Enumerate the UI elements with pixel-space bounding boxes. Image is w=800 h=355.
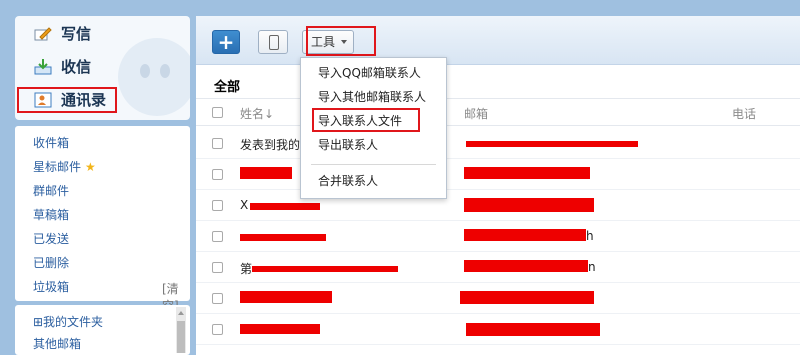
contacts-main-panel: + 工具 全部 姓名↓ 邮箱 电话 发表到我的 X h 第 n xyxy=(196,16,800,355)
redacted-email xyxy=(464,198,594,212)
menu-import-other-contacts[interactable]: 导入其他邮箱联系人 xyxy=(318,86,426,108)
redacted-name xyxy=(240,167,292,179)
redacted-email xyxy=(464,167,590,179)
redacted-email xyxy=(466,323,600,336)
redacted-name xyxy=(240,324,320,334)
row-checkbox[interactable] xyxy=(212,200,223,211)
add-contact-button[interactable]: + xyxy=(212,30,240,54)
folder-drafts[interactable]: 草稿箱 xyxy=(33,205,69,225)
email-fragment: n xyxy=(588,260,596,274)
table-row[interactable]: 发表到我的 xyxy=(196,128,800,159)
contact-name: 发表到我的 xyxy=(240,138,301,152)
redacted-email xyxy=(464,229,586,241)
phone-icon xyxy=(269,35,279,50)
menu-export-contacts[interactable]: 导出联系人 xyxy=(318,134,378,156)
table-header: 姓名↓ 邮箱 电话 xyxy=(196,98,800,126)
contact-name: X xyxy=(240,198,249,212)
row-checkbox[interactable] xyxy=(212,231,223,242)
mobile-sync-button[interactable] xyxy=(258,30,288,54)
compose-button[interactable]: 写信 xyxy=(33,22,91,46)
table-row[interactable]: X xyxy=(196,190,800,221)
contact-name: 第 xyxy=(240,262,253,276)
pencil-icon xyxy=(33,25,53,43)
folder-inbox[interactable]: 收件箱 xyxy=(33,133,69,153)
tools-menu: 导入QQ邮箱联系人 导入其他邮箱联系人 导入联系人文件 导出联系人 合并联系人 xyxy=(300,57,447,199)
folder-starred[interactable]: 星标邮件 xyxy=(33,157,96,177)
receive-mail-button[interactable]: 收信 xyxy=(33,55,91,79)
column-phone: 电话 xyxy=(732,107,757,121)
table-row[interactable] xyxy=(196,159,800,190)
redacted-email xyxy=(460,291,594,304)
sidebar-scrollbar[interactable] xyxy=(176,307,186,353)
redacted-name xyxy=(252,266,398,272)
redacted-name xyxy=(240,234,326,241)
receive-mail-label: 收信 xyxy=(61,58,92,76)
folder-spam[interactable]: 垃圾箱 xyxy=(33,277,69,297)
folder-deleted[interactable]: 已删除 xyxy=(33,253,69,273)
group-title: 全部 xyxy=(214,80,241,95)
compose-label: 写信 xyxy=(61,25,92,43)
contacts-toolbar: + 工具 xyxy=(196,16,800,65)
tools-highlight-box xyxy=(306,26,376,56)
row-checkbox[interactable] xyxy=(212,262,223,273)
table-row[interactable]: 第 n xyxy=(196,252,800,283)
redacted-name xyxy=(240,291,332,303)
my-folders-panel: ⊞我的文件夹 其他邮箱 xyxy=(15,305,190,355)
row-checkbox[interactable] xyxy=(212,293,223,304)
inbox-download-icon xyxy=(33,58,53,76)
folder-group-mail[interactable]: 群邮件 xyxy=(33,181,69,201)
column-name[interactable]: 姓名↓ xyxy=(240,105,274,122)
my-folders-toggle[interactable]: ⊞我的文件夹 xyxy=(33,312,103,332)
menu-divider xyxy=(311,164,436,165)
row-checkbox[interactable] xyxy=(212,169,223,180)
redacted-name xyxy=(250,203,320,210)
table-row[interactable]: h xyxy=(196,221,800,252)
table-row[interactable] xyxy=(196,283,800,314)
redacted-email xyxy=(464,260,588,272)
menu-merge-contacts[interactable]: 合并联系人 xyxy=(318,170,378,192)
table-row[interactable] xyxy=(196,314,800,345)
contacts-highlight-box xyxy=(17,87,117,113)
folder-sent[interactable]: 已发送 xyxy=(33,229,69,249)
other-mailboxes-link[interactable]: 其他邮箱 xyxy=(33,334,81,354)
row-checkbox[interactable] xyxy=(212,324,223,335)
penguin-watermark-icon xyxy=(118,38,190,116)
folder-list: 收件箱 星标邮件 群邮件 草稿箱 已发送 已删除 垃圾箱 [清空] xyxy=(15,126,190,313)
menu-import-qq-contacts[interactable]: 导入QQ邮箱联系人 xyxy=(318,62,421,84)
select-all-checkbox[interactable] xyxy=(212,107,223,118)
email-fragment: h xyxy=(586,229,594,243)
redacted-email xyxy=(466,141,638,147)
row-checkbox[interactable] xyxy=(212,138,223,149)
import-file-highlight-box xyxy=(312,108,420,132)
column-email: 邮箱 xyxy=(464,107,489,121)
